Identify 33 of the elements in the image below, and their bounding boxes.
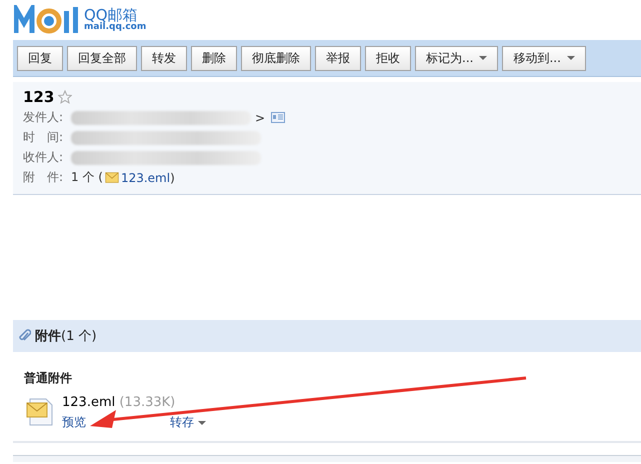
star-icon[interactable]	[58, 90, 72, 104]
field-label: 发件人:	[23, 109, 64, 126]
toolbar-button[interactable]: 回复全部	[67, 46, 137, 70]
caret-icon	[566, 56, 575, 60]
attachment-count: 1 个 (	[71, 169, 103, 186]
envelope-icon	[104, 172, 119, 184]
toolbar-button[interactable]: 回复	[17, 46, 63, 70]
toolbar-button[interactable]: 彻底删除	[241, 46, 311, 70]
logo-drawing	[14, 5, 80, 35]
paren-text: )	[170, 170, 175, 184]
dropdown-button[interactable]: 移动到...	[502, 46, 586, 70]
contact-card-icon[interactable]	[271, 112, 286, 123]
file-name: 123.eml (13.33K)	[62, 395, 176, 410]
dropdown-link[interactable]: 转存	[170, 414, 206, 431]
field-label: 附 件:	[23, 169, 64, 186]
toolbar-button[interactable]: 转发	[141, 46, 187, 70]
group-title: 普通附件	[24, 370, 73, 387]
toolbar-button[interactable]: 拒收	[365, 46, 411, 70]
mail-subject: 123	[23, 88, 54, 106]
field-label: 时 间:	[23, 129, 64, 146]
dropdown-button[interactable]: 标记为...	[415, 46, 498, 70]
toolbar-button[interactable]: 删除	[191, 46, 237, 70]
field-label: 收件人:	[23, 149, 64, 166]
angle-text: >	[255, 110, 266, 124]
action-link[interactable]: 预览	[62, 414, 86, 431]
caret-icon	[479, 56, 488, 60]
domain-text: mail.qq.com	[84, 23, 146, 32]
brand-name: QQ邮箱	[84, 8, 138, 23]
caret-icon	[198, 420, 206, 424]
toolbar-button[interactable]: 举报	[315, 46, 361, 70]
paperclip-icon	[19, 329, 31, 343]
attachment-title: 附件(1 个)	[35, 328, 97, 345]
attachment-link[interactable]: 123.eml	[120, 170, 170, 184]
